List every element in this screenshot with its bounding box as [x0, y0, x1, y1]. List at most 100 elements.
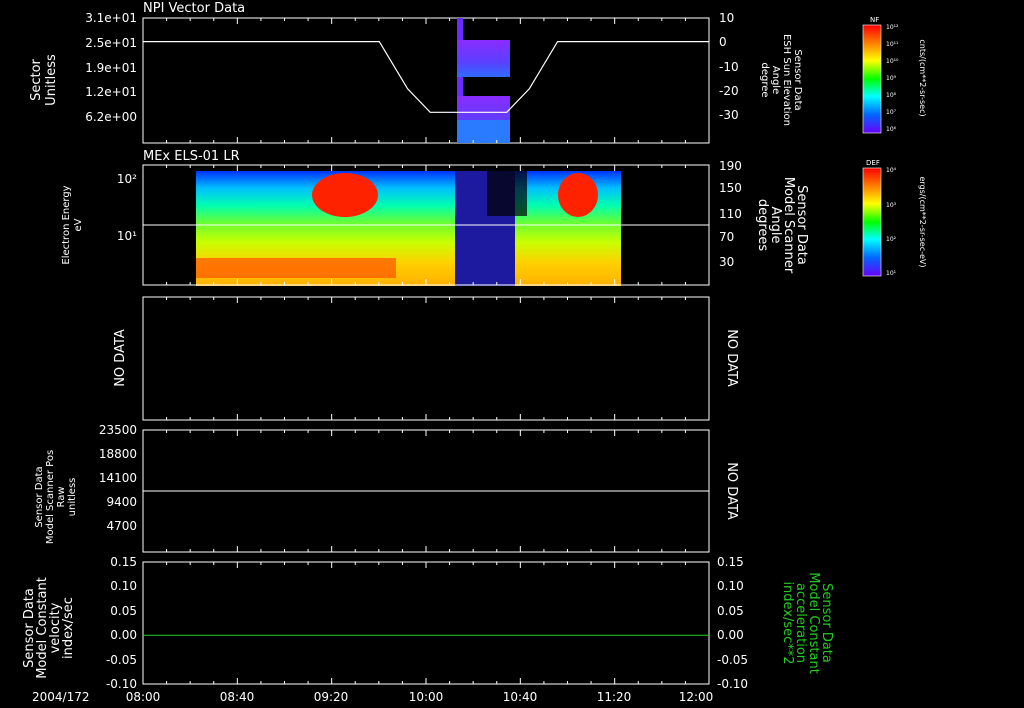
- p1-y2label-2: Angle: [770, 66, 781, 94]
- time-axis: 2004/172 08:00 08:40 09:20 10:00 10:40 1…: [32, 690, 713, 704]
- panel1-xticks: [142, 18, 710, 143]
- panel1-ylabel: Sector Unitless: [29, 54, 59, 106]
- p1-ytick-2: 1.9e+01: [85, 61, 137, 75]
- p5-y2tick-0: 0.15: [717, 555, 744, 569]
- p4-ytick-3: 9400: [106, 495, 137, 509]
- p2-ytick-0: 10²: [117, 172, 137, 186]
- cb1-bar: [862, 24, 882, 134]
- p1-ytick-4: 6.2e+00: [85, 110, 137, 124]
- panel4-ylabel: Sensor Data Model Scanner Pos Raw unitle…: [34, 450, 78, 544]
- cb2-label: DEF: [866, 159, 880, 167]
- p5-ytick-5: -0.10: [106, 677, 137, 691]
- panel2-ylabel: Electron Energy eV: [61, 185, 84, 264]
- cb1-unit: cnts/(cm**2-sr-sec): [918, 39, 927, 116]
- p2-y2tick-3: 70: [719, 230, 734, 244]
- p1-ytick-1: 2.5e+01: [85, 36, 137, 50]
- cb1-tick-4: 10⁸: [886, 92, 897, 99]
- panel-empty: NO DATA NO DATA: [113, 296, 739, 421]
- cb2-tick-1: 10³: [886, 202, 897, 209]
- panel-npi-vector: NPI Vector Data 3.1e+01 2.5e+01 1.9e+01 …: [29, 1, 803, 144]
- panel2-spectrogram: [196, 171, 621, 286]
- p2-ylabel-1: eV: [73, 218, 84, 231]
- p5-y2tick-2: 0.05: [717, 604, 744, 618]
- p1-ytick-3: 1.2e+01: [85, 85, 137, 99]
- panel1-yticks: 3.1e+01 2.5e+01 1.9e+01 1.2e+01 6.2e+00: [85, 11, 137, 124]
- p4-ytick-0: 23500: [99, 423, 137, 437]
- panel3-frame: [142, 296, 710, 421]
- p1-ylabel-1: Unitless: [44, 54, 59, 106]
- panel5-frame: [142, 561, 710, 685]
- p1-y2label-1: ESH Sun Elevation: [781, 34, 792, 126]
- p2-y2tick-2: 110: [719, 207, 742, 221]
- p4-ytick-2: 14100: [99, 471, 137, 485]
- cb2-tick-3: 10¹: [886, 270, 897, 277]
- cb1-tick-0: 10¹²: [886, 24, 899, 31]
- p2-ylabel-0: Electron Energy: [61, 185, 72, 264]
- p2-y2tick-1: 150: [719, 181, 742, 195]
- p4-ylabel-0: Sensor Data: [34, 466, 45, 527]
- p4-ylabel-1: Model Scanner Pos: [45, 450, 56, 544]
- panel-model-constant: 0.15 0.10 0.05 0.00 -0.05 -0.10 0.15 0.1…: [22, 555, 834, 691]
- cb2-tick-0: 10⁴: [886, 167, 897, 174]
- panel5-y2label: Sensor Data Model Constant acceleration …: [780, 572, 834, 674]
- time-tick-5: 11:20: [597, 690, 632, 704]
- panel1-frame: [142, 17, 710, 144]
- panel1-spectrogram: [457, 18, 510, 143]
- cb1-tick-5: 10⁷: [886, 109, 897, 116]
- p5-y2tick-5: -0.10: [717, 677, 748, 691]
- cb1-tick-1: 10¹¹: [886, 41, 899, 48]
- panel-els: MEx ELS-01 LR 10² 10¹ 190 150 110 70 30 …: [61, 149, 809, 286]
- time-tick-6: 12:00: [679, 690, 714, 704]
- cb1-tick-6: 10⁶: [886, 126, 897, 133]
- p1-block-upper: [457, 40, 510, 77]
- colorbar-nf: NF 10¹² 10¹¹ 10¹⁰ 10⁹ 10⁸ 10⁷ 10⁶ cnts/(…: [862, 16, 927, 134]
- cb2-tick-2: 10²: [886, 236, 897, 243]
- p1-y2tick-4: -30: [719, 108, 739, 122]
- p5-ytick-1: 0.10: [110, 579, 137, 593]
- p1-y2tick-3: -20: [719, 84, 739, 98]
- panel4-yticks: 23500 18800 14100 9400 4700: [99, 423, 137, 533]
- p5-y2tick-3: 0.00: [717, 628, 744, 642]
- p1-y2label-0: Sensor Data: [792, 49, 803, 110]
- panel1-elevation-line: [143, 41, 709, 113]
- p2-gap-region: [487, 171, 527, 216]
- p5-ytick-2: 0.05: [110, 604, 137, 618]
- p3-no-data-right: NO DATA: [724, 329, 739, 387]
- colorbar-def: DEF 10⁴ 10³ 10² 10¹ ergs/(cm**2-sr-sec-e…: [862, 159, 927, 277]
- panel5-yticks: 0.15 0.10 0.05 0.00 -0.05 -0.10: [106, 555, 137, 691]
- panel3-xticks: [142, 297, 710, 420]
- p1-y2tick-2: -10: [719, 60, 739, 74]
- panel5-xticks: [142, 562, 710, 684]
- p2-hot-region-2: [558, 173, 598, 217]
- p5-y2label-3: index/sec**2: [780, 581, 795, 664]
- panel2-title: MEx ELS-01 LR: [143, 149, 240, 164]
- panel5-y2ticks: 0.15 0.10 0.05 0.00 -0.05 -0.10: [717, 555, 748, 691]
- plot-canvas: NPI Vector Data 3.1e+01 2.5e+01 1.9e+01 …: [22, 1, 927, 704]
- panel2-y2label: Sensor Data Model Scanner Angle degrees: [755, 177, 809, 274]
- cb2-bar: [862, 167, 882, 277]
- p5-ylabel-3: index/sec: [61, 597, 76, 659]
- panel1-y2ticks: 10 0 -10 -20 -30: [719, 11, 739, 122]
- cb1-tick-2: 10¹⁰: [886, 58, 899, 65]
- p2-y2tick-4: 30: [719, 255, 734, 269]
- p4-ytick-1: 18800: [99, 447, 137, 461]
- p1-y2tick-1: 0: [719, 35, 727, 49]
- p3-no-data-left: NO DATA: [113, 329, 128, 387]
- date-label: 2004/172: [32, 690, 90, 704]
- p2-hot-region-1: [312, 173, 378, 217]
- p5-y2tick-4: -0.05: [717, 653, 748, 667]
- p4-ylabel-3: unitless: [67, 478, 78, 517]
- p1-y2tick-0: 10: [719, 11, 734, 25]
- p1-y2label-3: degree: [759, 62, 770, 97]
- p5-ytick-4: -0.05: [106, 653, 137, 667]
- p2-ytick-1: 10¹: [117, 229, 137, 243]
- p1-ytick-0: 3.1e+01: [85, 11, 137, 25]
- panel1-y2label: Sensor Data ESH Sun Elevation Angle degr…: [759, 34, 803, 126]
- panel1-title: NPI Vector Data: [143, 1, 245, 16]
- cb1-tick-3: 10⁹: [886, 75, 897, 82]
- p2-y2tick-0: 190: [719, 159, 742, 173]
- p2-y2label-3: degrees: [755, 199, 770, 252]
- panel2-y2ticks: 190 150 110 70 30: [719, 159, 742, 269]
- time-tick-4: 10:40: [503, 690, 538, 704]
- panel5-ylabel: Sensor Data Model Constant velocity inde…: [22, 577, 76, 679]
